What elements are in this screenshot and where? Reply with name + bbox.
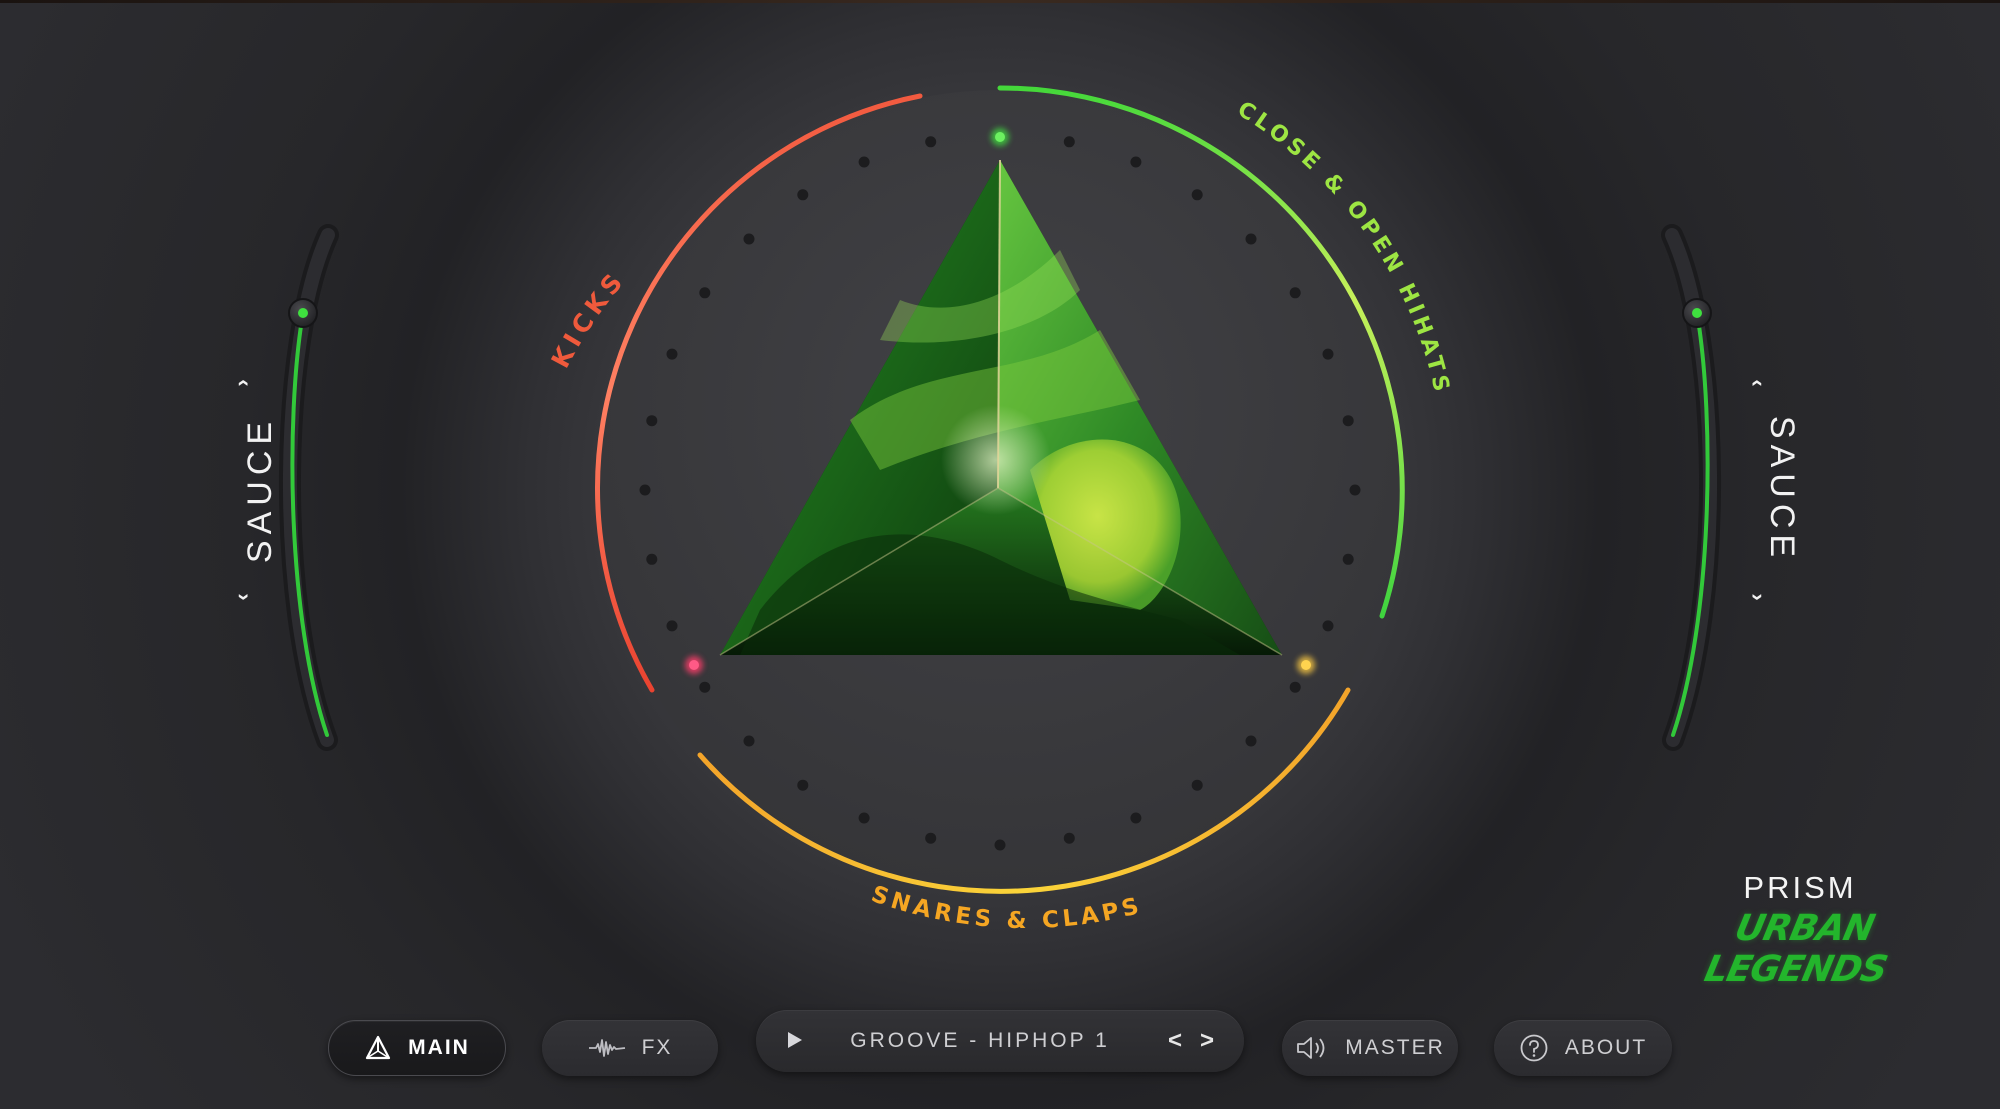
plugin-window: KICKS CLOSE & OPEN HIHATS SNARES & CLAPS (0, 0, 2000, 1109)
fx-tab-button[interactable]: FX (542, 1020, 718, 1076)
sauce-left-label: SAUCE (241, 415, 280, 564)
hihats-vertex-marker[interactable] (995, 132, 1005, 142)
about-tab-button[interactable]: ABOUT (1494, 1020, 1672, 1076)
sauce-right-down-arrow[interactable]: › (1746, 585, 1771, 609)
step-dot (1342, 553, 1354, 565)
step-dot (743, 233, 755, 245)
groove-prev-button[interactable]: < (1164, 1028, 1186, 1054)
step-dot (925, 136, 937, 148)
waveform-icon (588, 1036, 626, 1060)
step-dot (858, 812, 870, 824)
step-dot (1130, 812, 1142, 824)
sauce-right-label: SAUCE (1763, 415, 1802, 564)
step-dot (1245, 233, 1257, 245)
brand-title: PRISM (1743, 870, 1857, 905)
groove-name[interactable]: GROOVE - HIPHOP 1 (836, 1010, 1124, 1072)
step-dot (1322, 348, 1334, 360)
step-dot (1289, 287, 1301, 299)
sauce-left-down-arrow[interactable]: ‹ (229, 585, 254, 609)
help-icon (1519, 1033, 1549, 1063)
step-dot (858, 156, 870, 168)
sauce-left-up-arrow[interactable]: › (229, 371, 254, 395)
step-dot (1342, 415, 1354, 427)
step-dot (1322, 620, 1334, 632)
step-dot (1063, 832, 1075, 844)
master-tab-button[interactable]: MASTER (1282, 1020, 1458, 1076)
groove-next-button[interactable]: > (1196, 1028, 1218, 1054)
brand-logo: PRISM URBAN LEGENDS (1660, 870, 1940, 990)
sauce-left-slider[interactable] (278, 224, 339, 751)
about-tab-label: ABOUT (1564, 1036, 1648, 1059)
step-dot (925, 832, 937, 844)
brand-subtitle: URBAN LEGENDS (1700, 908, 1891, 990)
prism-icon (364, 1034, 392, 1062)
step-dot (666, 620, 678, 632)
step-dot (1289, 681, 1301, 693)
step-dot (1063, 136, 1075, 148)
step-dot (1191, 779, 1203, 791)
step-dot (797, 779, 809, 791)
step-dot (994, 839, 1006, 851)
master-tab-label: MASTER (1345, 1036, 1445, 1059)
speaker-icon (1295, 1035, 1329, 1061)
groove-selector: GROOVE - HIPHOP 1 < > (756, 1010, 1244, 1072)
snares-vertex-marker[interactable] (1301, 660, 1311, 670)
step-dot (797, 189, 809, 201)
step-dot (1349, 484, 1361, 496)
sauce-right-slider[interactable] (1661, 224, 1722, 751)
step-dot (699, 681, 711, 693)
step-dot (1191, 189, 1203, 201)
step-dot (646, 553, 658, 565)
play-icon[interactable] (782, 1028, 806, 1052)
main-tab-label: MAIN (408, 1036, 470, 1059)
sauce-right-up-arrow[interactable]: ‹ (1746, 371, 1771, 395)
kicks-vertex-marker[interactable] (689, 660, 699, 670)
fx-tab-label: FX (641, 1036, 673, 1059)
step-dot (1245, 735, 1257, 747)
step-dot (666, 348, 678, 360)
main-tab-button[interactable]: MAIN (328, 1020, 506, 1076)
step-dot (743, 735, 755, 747)
step-dot (639, 484, 651, 496)
step-dot (646, 415, 658, 427)
step-dot (699, 287, 711, 299)
step-dot (1130, 156, 1142, 168)
